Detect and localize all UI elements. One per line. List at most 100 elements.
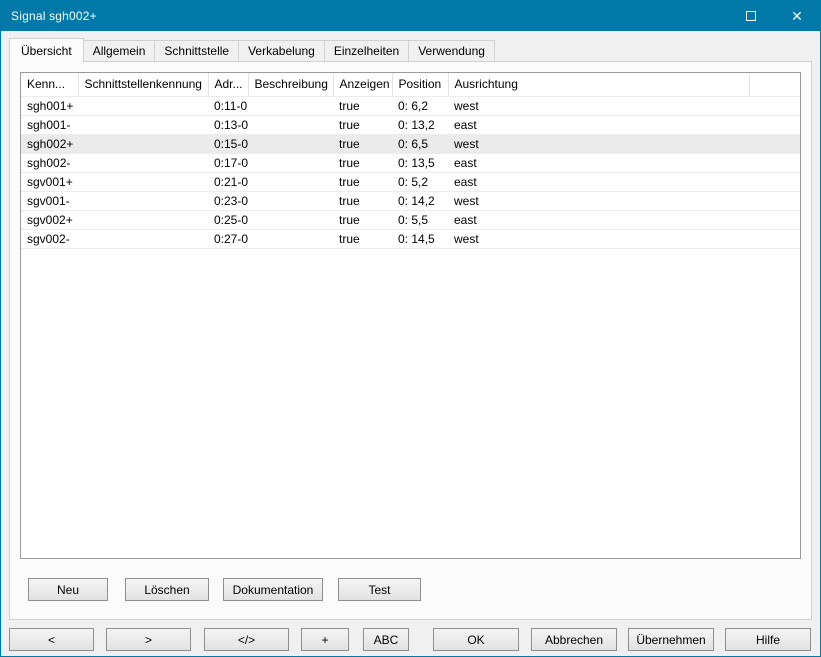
table-row[interactable]: sgh001+ 0:11-0 true 0: 6,2 west (21, 96, 800, 115)
table-body: sgh001+ 0:11-0 true 0: 6,2 west sgh001- … (21, 96, 800, 248)
table-row[interactable]: sgv002- 0:27-0 true 0: 14,5 west (21, 229, 800, 248)
cell-beschreibung (248, 153, 333, 172)
cell-adresse: 0:23-0 (208, 191, 248, 210)
tab-schnittstelle[interactable]: Schnittstelle (154, 40, 239, 61)
help-button[interactable]: Hilfe (725, 628, 811, 651)
panel-button-row: Neu Löschen Dokumentation Test (20, 578, 801, 601)
column-header-beschreibung[interactable]: Beschreibung (248, 73, 333, 96)
cell-filler (749, 191, 800, 210)
tab-verwendung[interactable]: Verwendung (408, 40, 495, 61)
cell-anzeigen: true (333, 172, 392, 191)
cell-anzeigen: true (333, 134, 392, 153)
cell-position: 0: 5,5 (392, 210, 448, 229)
cell-schnittstellenkennung (78, 191, 208, 210)
delete-button[interactable]: Löschen (125, 578, 209, 601)
cell-schnittstellenkennung (78, 115, 208, 134)
table-row[interactable]: sgv002+ 0:25-0 true 0: 5,5 east (21, 210, 800, 229)
cell-adresse: 0:13-0 (208, 115, 248, 134)
cell-ausrichtung: east (448, 153, 749, 172)
cell-anzeigen: true (333, 210, 392, 229)
dialog-window: Signal sgh002+ ✕ Übersicht Allgemein Sch… (0, 0, 821, 657)
cell-anzeigen: true (333, 96, 392, 115)
column-header-filler (749, 73, 800, 96)
cell-kennung: sgh002- (21, 153, 78, 172)
cell-position: 0: 6,2 (392, 96, 448, 115)
cell-beschreibung (248, 191, 333, 210)
cell-filler (749, 96, 800, 115)
titlebar: Signal sgh002+ ✕ (1, 1, 820, 31)
signal-table-container: Kenn... Schnittstellenkennung Adr... Bes… (20, 72, 801, 559)
cell-anzeigen: true (333, 153, 392, 172)
cell-ausrichtung: west (448, 191, 749, 210)
cell-adresse: 0:25-0 (208, 210, 248, 229)
table-row[interactable]: sgv001+ 0:21-0 true 0: 5,2 east (21, 172, 800, 191)
cell-beschreibung (248, 96, 333, 115)
cell-adresse: 0:15-0 (208, 134, 248, 153)
apply-button[interactable]: Übernehmen (628, 628, 714, 651)
cell-beschreibung (248, 210, 333, 229)
cell-schnittstellenkennung (78, 96, 208, 115)
tab-verkabelung[interactable]: Verkabelung (238, 40, 325, 61)
cell-position: 0: 14,2 (392, 191, 448, 210)
tab-allgemein[interactable]: Allgemein (83, 40, 156, 61)
tab-uebersicht[interactable]: Übersicht (9, 38, 84, 62)
cell-position: 0: 6,5 (392, 134, 448, 153)
cell-ausrichtung: east (448, 172, 749, 191)
prev-button[interactable]: < (9, 628, 94, 651)
tab-page-uebersicht: Kenn... Schnittstellenkennung Adr... Bes… (9, 61, 812, 620)
cell-adresse: 0:17-0 (208, 153, 248, 172)
abc-button[interactable]: ABC (363, 628, 409, 651)
cancel-button[interactable]: Abbrechen (531, 628, 617, 651)
column-header-anzeigen[interactable]: Anzeigen (333, 73, 392, 96)
maximize-button[interactable] (728, 1, 774, 31)
cell-kennung: sgh001- (21, 115, 78, 134)
tab-label: Verwendung (418, 44, 485, 58)
cell-position: 0: 5,2 (392, 172, 448, 191)
cell-beschreibung (248, 115, 333, 134)
table-row[interactable]: sgv001- 0:23-0 true 0: 14,2 west (21, 191, 800, 210)
cell-position: 0: 13,2 (392, 115, 448, 134)
column-header-schnittstellenkennung[interactable]: Schnittstellenkennung (78, 73, 208, 96)
test-button[interactable]: Test (338, 578, 421, 601)
new-button[interactable]: Neu (28, 578, 108, 601)
cell-ausrichtung: east (448, 115, 749, 134)
tab-einzelheiten[interactable]: Einzelheiten (324, 40, 409, 61)
close-button[interactable]: ✕ (774, 1, 820, 31)
close-icon: ✕ (791, 9, 803, 23)
window-title: Signal sgh002+ (1, 9, 97, 23)
cell-filler (749, 210, 800, 229)
cell-filler (749, 172, 800, 191)
maximize-icon (746, 11, 756, 21)
bottom-button-bar: < > </> + ABC OK Abbrechen Übernehmen Hi… (1, 620, 820, 651)
signal-table: Kenn... Schnittstellenkennung Adr... Bes… (21, 73, 800, 249)
next-button[interactable]: > (106, 628, 191, 651)
ok-button[interactable]: OK (433, 628, 519, 651)
tab-label: Allgemein (93, 44, 146, 58)
cell-anzeigen: true (333, 191, 392, 210)
table-row[interactable]: sgh002+ 0:15-0 true 0: 6,5 west (21, 134, 800, 153)
tab-strip: Übersicht Allgemein Schnittstelle Verkab… (1, 31, 820, 61)
plus-button[interactable]: + (301, 628, 349, 651)
cell-kennung: sgh001+ (21, 96, 78, 115)
cell-filler (749, 115, 800, 134)
cell-kennung: sgv001+ (21, 172, 78, 191)
cell-kennung: sgv002+ (21, 210, 78, 229)
cell-filler (749, 153, 800, 172)
cell-anzeigen: true (333, 229, 392, 248)
table-row[interactable]: sgh002- 0:17-0 true 0: 13,5 east (21, 153, 800, 172)
cell-beschreibung (248, 172, 333, 191)
cell-adresse: 0:27-0 (208, 229, 248, 248)
table-row[interactable]: sgh001- 0:13-0 true 0: 13,2 east (21, 115, 800, 134)
code-button[interactable]: </> (204, 628, 289, 651)
documentation-button[interactable]: Dokumentation (223, 578, 323, 601)
cell-beschreibung (248, 229, 333, 248)
tab-label: Schnittstelle (164, 44, 229, 58)
column-header-kennung[interactable]: Kenn... (21, 73, 78, 96)
cell-ausrichtung: west (448, 229, 749, 248)
column-header-adresse[interactable]: Adr... (208, 73, 248, 96)
column-header-position[interactable]: Position (392, 73, 448, 96)
cell-beschreibung (248, 134, 333, 153)
column-header-ausrichtung[interactable]: Ausrichtung (448, 73, 749, 96)
cell-filler (749, 229, 800, 248)
tab-label: Übersicht (21, 44, 72, 58)
